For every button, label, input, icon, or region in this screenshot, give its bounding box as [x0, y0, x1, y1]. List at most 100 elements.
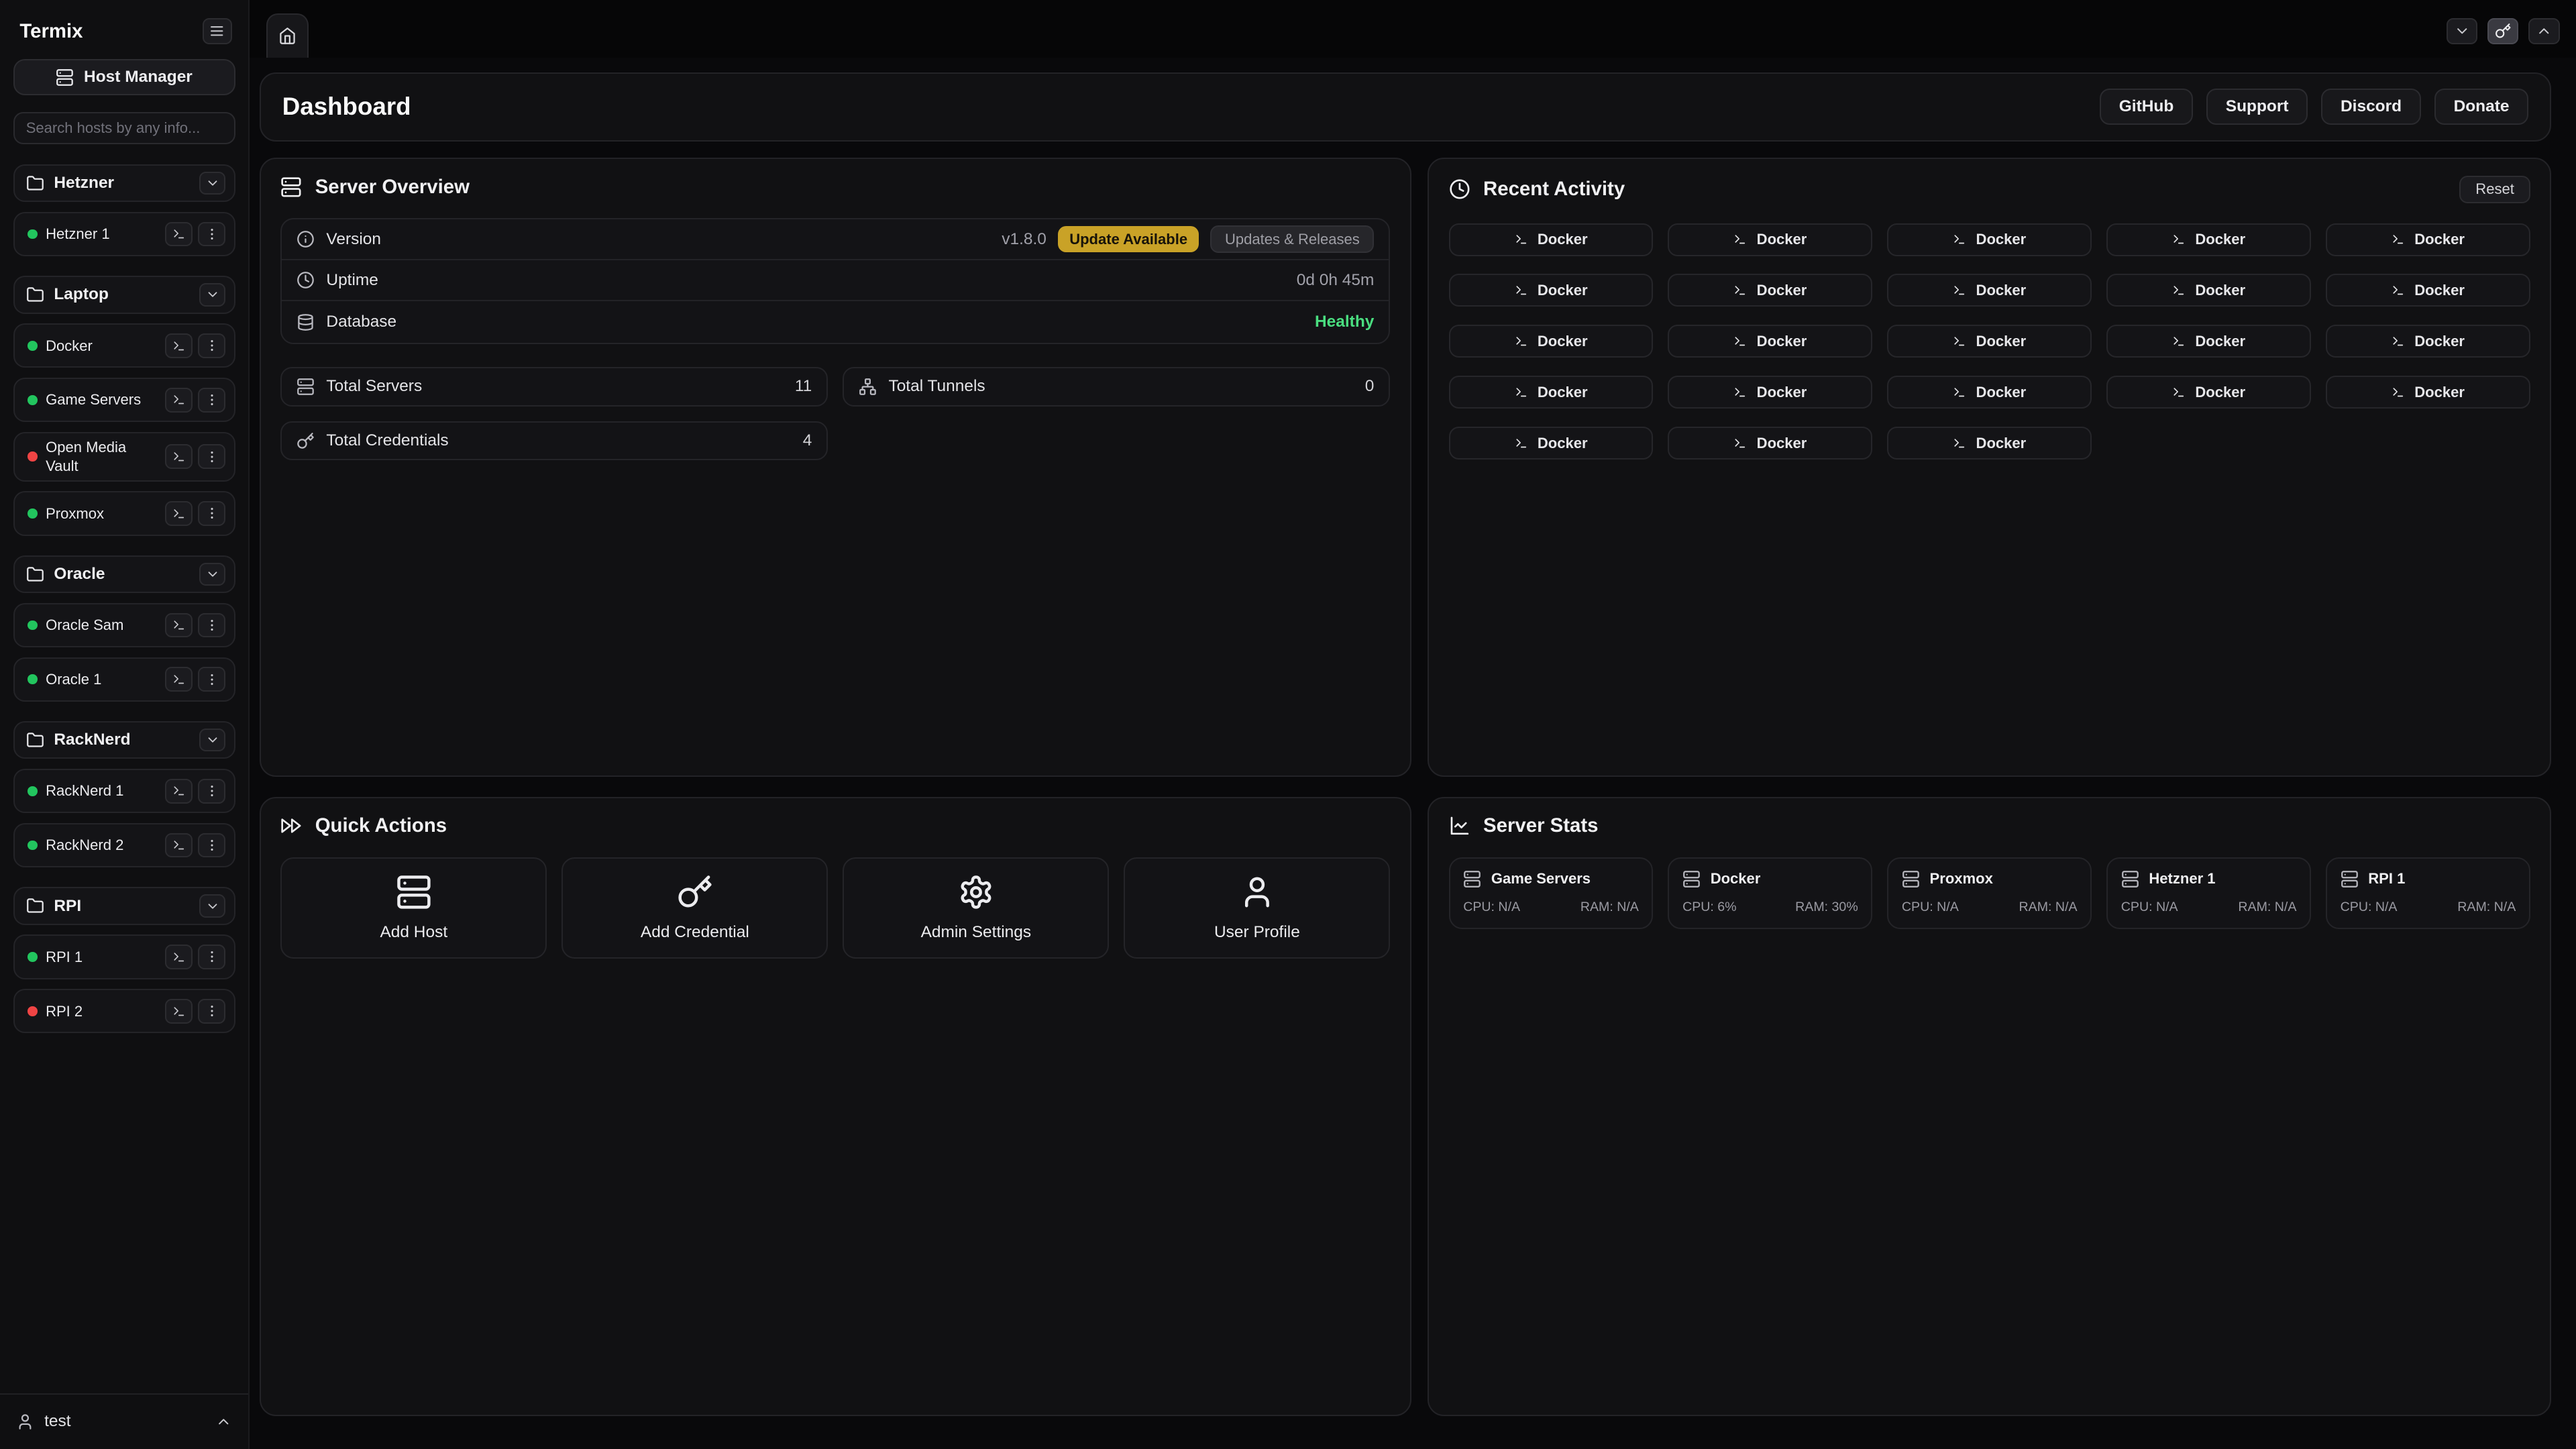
sidebar-folder-header[interactable]: RPI [13, 887, 235, 924]
page-title: Dashboard [282, 93, 411, 121]
host-connect-button[interactable] [165, 388, 193, 413]
host-connect-button[interactable] [165, 613, 193, 638]
folder-collapse-button[interactable] [199, 283, 225, 306]
tab-home[interactable] [266, 13, 309, 58]
host-status-dot [28, 341, 38, 351]
host-connect-button[interactable] [165, 222, 193, 247]
reset-button[interactable]: Reset [2459, 176, 2530, 204]
activity-item-button[interactable]: Docker [2326, 274, 2530, 307]
host-row[interactable]: RPI 1 [13, 934, 235, 979]
activity-item-button[interactable]: Docker [1449, 376, 1654, 409]
host-row[interactable]: Proxmox [13, 491, 235, 535]
search-input[interactable] [13, 112, 235, 145]
activity-item-label: Docker [1757, 231, 1807, 248]
chevron-down-icon [2454, 23, 2470, 39]
host-menu-button[interactable] [198, 833, 226, 858]
credentials-button[interactable] [2487, 18, 2519, 44]
activity-item-label: Docker [1757, 435, 1807, 452]
host-row[interactable]: RackNerd 1 [13, 769, 235, 813]
host-connect-button[interactable] [165, 833, 193, 858]
donate-button[interactable]: Donate [2434, 89, 2529, 125]
host-menu-button[interactable] [198, 388, 226, 413]
activity-item-button[interactable]: Docker [2326, 376, 2530, 409]
activity-item-button[interactable]: Docker [1887, 223, 2092, 256]
server-stat-name: RPI 1 [2368, 870, 2405, 888]
host-menu-button[interactable] [198, 444, 226, 469]
support-button[interactable]: Support [2206, 89, 2308, 125]
host-manager-button[interactable]: Host Manager [13, 59, 235, 95]
activity-item-button[interactable]: Docker [1449, 274, 1654, 307]
activity-item-button[interactable]: Docker [2106, 274, 2311, 307]
activity-item-button[interactable]: Docker [2106, 223, 2311, 256]
update-available-badge[interactable]: Update Available [1058, 226, 1199, 252]
host-connect-button[interactable] [165, 779, 193, 804]
folder-collapse-button[interactable] [199, 172, 225, 195]
folder-collapse-button[interactable] [199, 563, 225, 586]
sidebar-folder-header[interactable]: Oracle [13, 555, 235, 593]
activity-item-button[interactable]: Docker [2326, 325, 2530, 358]
activity-item-button[interactable]: Docker [1668, 376, 1872, 409]
host-connect-button[interactable] [165, 667, 193, 692]
host-row[interactable]: Oracle 1 [13, 657, 235, 702]
add-credential-tile[interactable]: Add Credential [561, 857, 828, 959]
activity-item-button[interactable]: Docker [1887, 274, 2092, 307]
activity-item-button[interactable]: Docker [1449, 427, 1654, 460]
admin-settings-tile[interactable]: Admin Settings [843, 857, 1109, 959]
host-connect-button[interactable] [165, 444, 193, 469]
host-connect-button[interactable] [165, 501, 193, 526]
activity-item-button[interactable]: Docker [1887, 427, 2092, 460]
host-row[interactable]: Docker [13, 323, 235, 368]
host-connect-button[interactable] [165, 333, 193, 358]
sidebar-footer[interactable]: test [0, 1393, 248, 1449]
activity-item-button[interactable]: Docker [1887, 376, 2092, 409]
dots-vertical-icon [205, 1004, 219, 1018]
activity-item-button[interactable]: Docker [2106, 376, 2311, 409]
sidebar-folder-header[interactable]: Hetzner [13, 164, 235, 202]
tab-scroll-up-button[interactable] [2528, 18, 2560, 44]
host-menu-button[interactable] [198, 667, 226, 692]
host-row[interactable]: RackNerd 2 [13, 823, 235, 867]
activity-item-button[interactable]: Docker [2326, 223, 2530, 256]
activity-item-button[interactable]: Docker [1668, 427, 1872, 460]
folder-icon [26, 286, 44, 304]
sidebar-folder-header[interactable]: Laptop [13, 276, 235, 313]
discord-button[interactable]: Discord [2321, 89, 2421, 125]
host-menu-button[interactable] [198, 333, 226, 358]
updates-releases-button[interactable]: Updates & Releases [1210, 225, 1374, 254]
activity-item-button[interactable]: Docker [1449, 223, 1654, 256]
server-stat-values: CPU: N/ARAM: N/A [2341, 900, 2516, 915]
activity-item-button[interactable]: Docker [1887, 325, 2092, 358]
activity-item-button[interactable]: Docker [1668, 325, 1872, 358]
terminal-icon [2172, 335, 2186, 348]
host-row[interactable]: Hetzner 1 [13, 212, 235, 256]
host-row[interactable]: Oracle Sam [13, 603, 235, 647]
host-menu-button[interactable] [198, 999, 226, 1024]
page-header: Dashboard GitHub Support Discord Donate [260, 72, 2551, 142]
github-button[interactable]: GitHub [2100, 89, 2193, 125]
host-connect-button[interactable] [165, 945, 193, 969]
activity-item-button[interactable]: Docker [2106, 325, 2311, 358]
host-menu-button[interactable] [198, 613, 226, 638]
server-stat-values: CPU: N/ARAM: N/A [2121, 900, 2297, 915]
host-menu-button[interactable] [198, 945, 226, 969]
host-row[interactable]: RPI 2 [13, 989, 235, 1033]
host-connect-button[interactable] [165, 999, 193, 1024]
activity-item-button[interactable]: Docker [1668, 223, 1872, 256]
host-menu-button[interactable] [198, 222, 226, 247]
activity-item-button[interactable]: Docker [1449, 325, 1654, 358]
server-icon [1902, 870, 1920, 888]
host-row[interactable]: Open Media Vault [13, 432, 235, 482]
sidebar-menu-button[interactable] [203, 18, 232, 44]
host-menu-button[interactable] [198, 501, 226, 526]
activity-item-button[interactable]: Docker [1668, 274, 1872, 307]
folder-collapse-button[interactable] [199, 729, 225, 751]
tab-scroll-down-button[interactable] [2447, 18, 2478, 44]
host-menu-button[interactable] [198, 779, 226, 804]
server-stats-grid: Game ServersCPU: N/ARAM: N/ADockerCPU: 6… [1449, 857, 2530, 930]
folder-collapse-button[interactable] [199, 894, 225, 917]
user-profile-tile[interactable]: User Profile [1124, 857, 1390, 959]
sidebar-folder-header[interactable]: RackNerd [13, 721, 235, 759]
chevron-up-icon[interactable] [215, 1413, 231, 1430]
add-host-tile[interactable]: Add Host [280, 857, 547, 959]
host-row[interactable]: Game Servers [13, 378, 235, 422]
